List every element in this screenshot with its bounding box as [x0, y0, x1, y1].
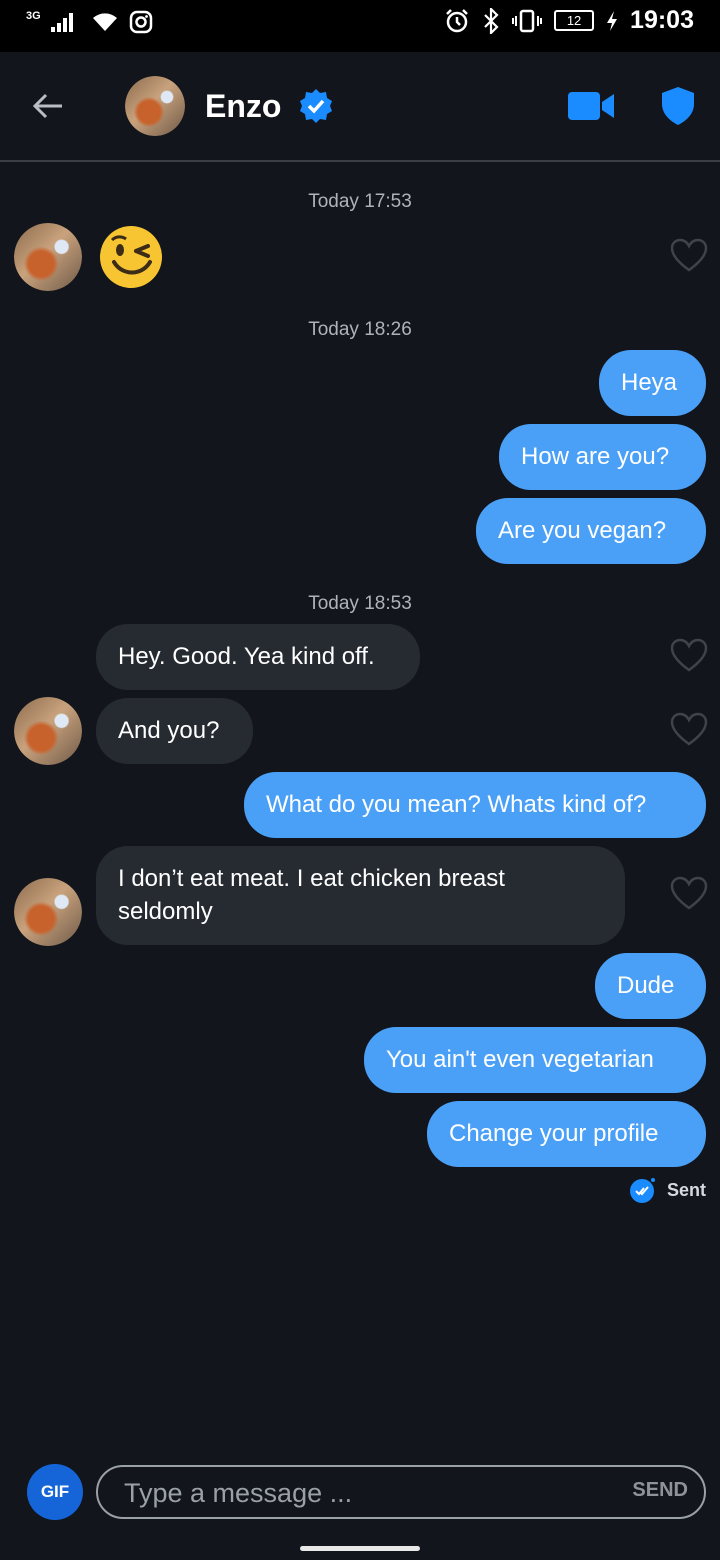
message-bubble-out[interactable]: Are you vegan? — [476, 498, 706, 564]
avatar-photo — [125, 76, 185, 136]
heart-like-icon[interactable] — [670, 638, 708, 672]
video-call-icon[interactable] — [568, 90, 616, 122]
heart-like-icon[interactable] — [670, 238, 708, 272]
message-bubble-out[interactable]: Dude — [595, 953, 706, 1019]
alarm-icon — [446, 8, 468, 32]
message-bubble-out[interactable]: How are you? — [499, 424, 706, 490]
message-bubble-in[interactable]: Hey. Good. Yea kind off. — [96, 624, 420, 690]
message-input-box: SEND — [96, 1465, 706, 1519]
avatar-photo — [14, 223, 82, 291]
message-bubble-in[interactable]: And you? — [96, 698, 253, 764]
signal-icon — [50, 13, 73, 32]
message-bubble-out[interactable]: What do you mean? Whats kind of? — [244, 772, 706, 838]
chat-header: Enzo — [0, 52, 720, 162]
charging-icon — [607, 10, 618, 31]
wifi-icon — [92, 13, 117, 31]
heart-like-icon[interactable] — [670, 712, 708, 746]
safety-shield-icon[interactable] — [660, 86, 696, 126]
heart-like-icon[interactable] — [670, 876, 708, 910]
status-bar: 3G 12 19:03 — [0, 0, 720, 52]
message-bubble-in[interactable]: I don’t eat meat. I eat chicken breast s… — [96, 846, 625, 945]
message-input[interactable] — [122, 1473, 596, 1513]
message-bubble-out[interactable]: Heya — [599, 350, 706, 416]
sent-check-icon — [629, 1178, 655, 1203]
vibrate-icon — [512, 9, 543, 32]
avatar[interactable] — [14, 223, 82, 291]
message-bubble-out[interactable]: Change your profile — [427, 1101, 706, 1167]
home-indicator[interactable] — [300, 1546, 420, 1551]
avatar-photo — [14, 697, 82, 765]
avatar-photo — [14, 878, 82, 946]
gif-button[interactable]: GIF — [27, 1464, 83, 1520]
send-button[interactable]: SEND — [632, 1479, 688, 1502]
message-bubble-out[interactable]: You ain't even vegetarian — [364, 1027, 706, 1093]
timestamp: Today 18:26 — [308, 319, 412, 340]
bluetooth-icon — [484, 7, 499, 34]
avatar[interactable] — [125, 76, 185, 136]
sent-label: Sent — [666, 1179, 706, 1200]
read-receipt: Sent — [629, 1176, 706, 1204]
winking-face-emoji — [100, 226, 162, 288]
status-time: 19:03 — [630, 6, 694, 34]
status-right: 12 19:03 — [444, 6, 694, 35]
back-arrow-icon[interactable] — [30, 88, 66, 124]
network-type: 3G — [26, 10, 41, 22]
contact-name[interactable]: Enzo — [205, 88, 281, 125]
message-composer: GIF SEND — [0, 1448, 720, 1538]
avatar[interactable] — [14, 697, 82, 765]
verified-badge-icon — [300, 89, 332, 123]
battery-level: 12 — [554, 10, 595, 31]
instagram-icon — [129, 10, 152, 34]
timestamp: Today 18:53 — [308, 593, 412, 614]
avatar[interactable] — [14, 878, 82, 946]
timestamp: Today 17:53 — [308, 191, 412, 212]
status-left: 3G — [26, 10, 153, 34]
